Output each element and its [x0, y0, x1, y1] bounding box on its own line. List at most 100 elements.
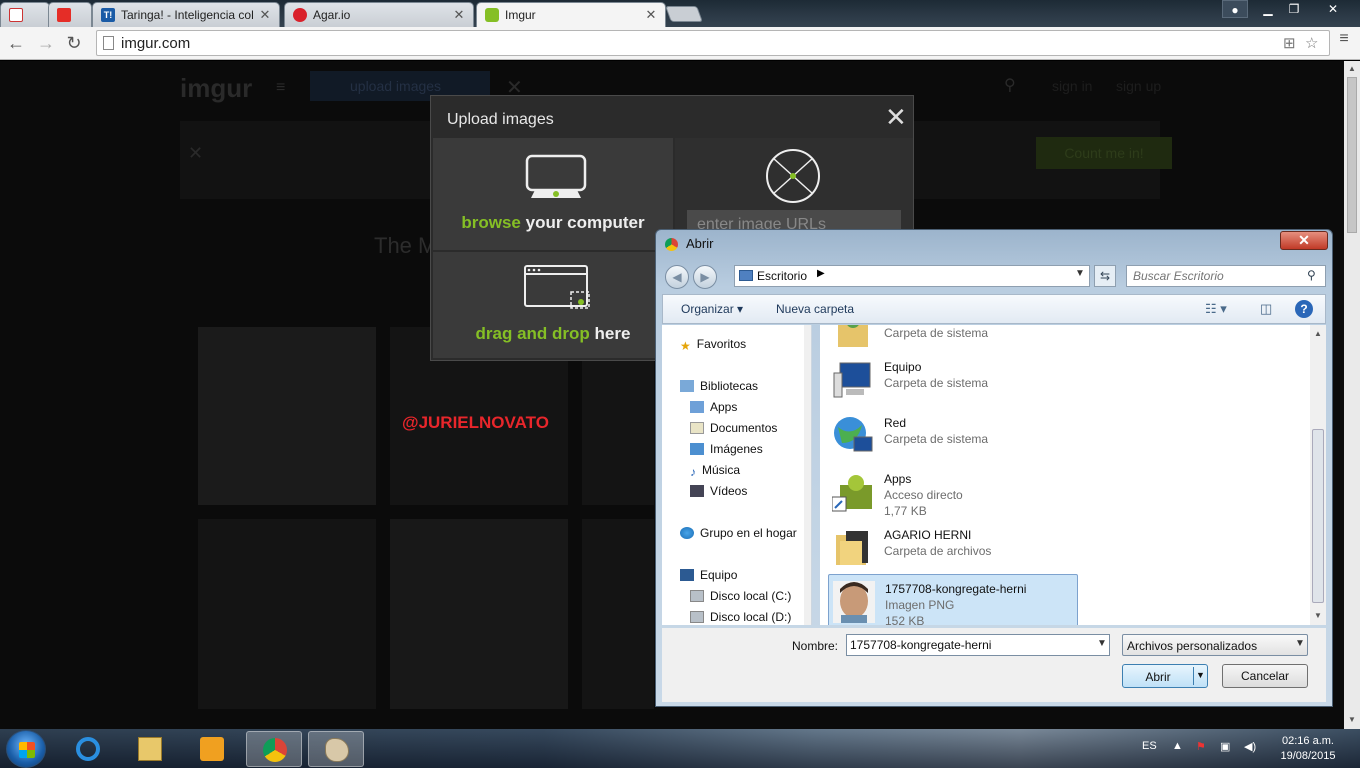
list-item[interactable]: Red Carpeta de sistema [828, 409, 1078, 465]
nav-label: Vídeos [710, 484, 748, 498]
close-window-button[interactable]: ✕ [1316, 0, 1350, 18]
nav-homegroup[interactable]: Grupo en el hogar [680, 526, 797, 540]
nav-documents[interactable]: Documentos [690, 421, 777, 435]
tab-taringa[interactable]: T! Taringa! - Inteligencia col ✕ [92, 2, 280, 27]
network-icon[interactable]: ▣ [1220, 740, 1230, 753]
show-hidden-icons-icon[interactable]: ▲ [1172, 740, 1183, 752]
filename-combobox[interactable]: ▼ [846, 634, 1110, 656]
sign-up-link[interactable]: sign up [1116, 78, 1161, 94]
minimize-button[interactable]: ▁ [1256, 0, 1280, 18]
file-name: Equipo [884, 360, 922, 374]
translate-icon[interactable]: ⊞ [1283, 34, 1296, 52]
list-item[interactable]: Equipo Carpeta de sistema [828, 353, 1078, 409]
chevron-down-icon[interactable]: ▼ [1196, 670, 1205, 680]
nav-disk-d[interactable]: Disco local (D:) [690, 610, 791, 624]
open-button[interactable]: Abrir ▼ [1122, 664, 1208, 688]
star-icon: ★ [680, 339, 691, 353]
file-list-scrollbar[interactable]: ▲ ▼ [1310, 325, 1326, 625]
search-icon[interactable]: ⚲ [1004, 75, 1016, 95]
scroll-up-arrow-icon[interactable]: ▲ [1310, 329, 1326, 338]
restore-button[interactable]: ❐ [1282, 0, 1306, 18]
list-item-selected[interactable]: 1757708-kongregate-herni Imagen PNG 152 … [828, 574, 1078, 625]
folder-icon [836, 531, 868, 565]
close-banner-icon[interactable]: ✕ [188, 143, 203, 164]
back-arrow-icon[interactable]: ◀ [665, 265, 689, 289]
close-tab-icon[interactable]: ✕ [259, 7, 271, 23]
new-tab-button[interactable] [665, 6, 703, 22]
chevron-down-icon[interactable]: ▼ [1075, 268, 1085, 279]
list-item[interactable]: AGARIO HERNI Carpeta de archivos [828, 521, 1078, 577]
tab-imgur[interactable]: Imgur ✕ [476, 2, 666, 27]
chevron-down-icon[interactable]: ▼ [1097, 638, 1107, 649]
search-box[interactable]: ⚲ [1126, 265, 1326, 287]
filetype-select[interactable]: Archivos personalizados ▼ [1122, 634, 1308, 656]
new-folder-button[interactable]: Nueva carpeta [776, 302, 854, 316]
cancel-button[interactable]: Cancelar [1222, 664, 1308, 688]
nav-disk-c[interactable]: Disco local (C:) [690, 589, 791, 603]
scroll-down-arrow-icon[interactable]: ▼ [1344, 715, 1360, 724]
taskbar-ie[interactable] [60, 731, 116, 767]
clock[interactable]: 02:16 a.m. 19/08/2015 [1268, 734, 1348, 764]
bookmark-star-icon[interactable]: ☆ [1305, 34, 1318, 52]
nav-videos[interactable]: Vídeos [690, 484, 747, 498]
language-indicator[interactable]: ES [1142, 740, 1157, 752]
gallery-thumbnail[interactable] [198, 327, 376, 505]
scroll-up-arrow-icon[interactable]: ▲ [1344, 64, 1360, 73]
volume-icon[interactable]: ◀) [1244, 740, 1256, 753]
action-center-icon[interactable]: ⚑ [1196, 740, 1206, 753]
nav-apps[interactable]: Apps [690, 400, 737, 414]
tab-agario[interactable]: Agar.io ✕ [284, 2, 474, 27]
help-icon[interactable]: ? [1295, 300, 1313, 318]
close-tab-icon[interactable]: ✕ [453, 7, 465, 23]
sign-in-link[interactable]: sign in [1052, 78, 1092, 94]
chevron-right-icon[interactable]: ▶ [817, 268, 825, 279]
navigation-scrollbar[interactable] [804, 325, 811, 625]
nav-label: Grupo en el hogar [700, 526, 797, 540]
gallery-thumbnail[interactable] [198, 519, 376, 709]
scrollbar-thumb[interactable] [1312, 429, 1324, 603]
agario-icon [293, 8, 307, 22]
count-me-in-button[interactable]: Count me in! [1036, 137, 1172, 169]
page-scrollbar[interactable]: ▲ ▼ [1344, 61, 1360, 729]
close-icon[interactable]: ✕ [885, 104, 907, 130]
disk-icon [690, 590, 704, 602]
tab-gmail[interactable] [0, 2, 50, 27]
nav-computer[interactable]: Equipo [680, 568, 737, 582]
view-options-icon[interactable]: ☷ ▾ [1205, 301, 1227, 317]
back-arrow-icon[interactable]: ← [4, 31, 28, 55]
taskbar-explorer[interactable] [122, 731, 178, 767]
user-icon[interactable]: ● [1222, 0, 1248, 18]
scroll-down-arrow-icon[interactable]: ▼ [1310, 611, 1326, 620]
taskbar-chrome[interactable] [246, 731, 302, 767]
filename-input[interactable] [847, 635, 1087, 655]
start-button[interactable] [6, 730, 46, 768]
address-bar[interactable]: imgur.com ⊞ ☆ [96, 30, 1330, 56]
menu-icon[interactable]: ≡ [276, 79, 285, 97]
chrome-menu-icon[interactable]: ≡ [1336, 30, 1352, 48]
nav-images[interactable]: Imágenes [690, 442, 763, 456]
gmail-icon [9, 8, 23, 22]
refresh-icon[interactable]: ⇆ [1094, 265, 1116, 287]
nav-libraries[interactable]: Bibliotecas [680, 379, 758, 393]
nav-favorites[interactable]: ★ Favoritos [680, 337, 746, 353]
browse-computer-pane[interactable]: browse your computer [433, 138, 673, 250]
search-input[interactable] [1127, 266, 1297, 286]
taskbar-paint[interactable] [308, 731, 364, 767]
forward-arrow-icon[interactable]: → [34, 31, 58, 55]
taskbar-media-player[interactable] [184, 731, 240, 767]
dialog-close-button[interactable]: ✕ [1280, 231, 1328, 250]
gallery-thumbnail[interactable] [390, 519, 568, 709]
gallery-thumbnail[interactable] [582, 519, 654, 709]
organize-menu[interactable]: Organizar ▾ [681, 302, 743, 316]
nav-music[interactable]: ♪ Música [690, 463, 740, 479]
location-bar[interactable]: Escritorio ▶ ▼ [734, 265, 1090, 287]
preview-pane-icon[interactable]: ◫ [1260, 301, 1272, 317]
list-item[interactable]: Apps Acceso directo 1,77 KB [828, 465, 1078, 521]
scrollbar-thumb[interactable] [1347, 77, 1357, 233]
reload-icon[interactable]: ↻ [62, 31, 86, 55]
imgur-logo[interactable]: imgur [180, 73, 252, 104]
close-tab-icon[interactable]: ✕ [645, 7, 657, 23]
forward-arrow-icon[interactable]: ▶ [693, 265, 717, 289]
tab-youtube[interactable] [48, 2, 92, 27]
drag-drop-pane[interactable]: drag and drop here [433, 252, 673, 358]
